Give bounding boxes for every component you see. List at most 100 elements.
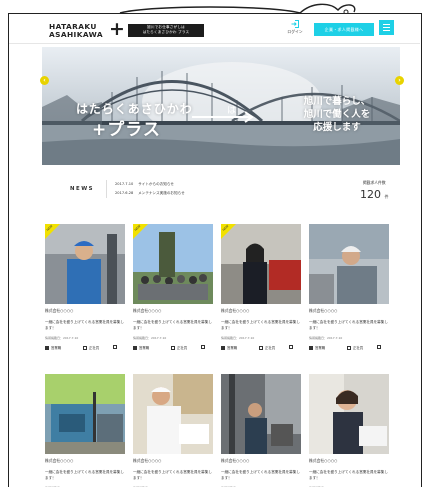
category-icon xyxy=(221,345,225,350)
job-company-name: 株式会社○○○○ xyxy=(45,458,74,463)
job-card-photo[interactable] xyxy=(309,224,389,304)
job-description: 一緒に会社を盛り上げてくれる営業社員を募集します！ xyxy=(221,320,300,330)
job-card-photo[interactable] xyxy=(45,374,125,454)
job-company-name: 株式会社○○○○ xyxy=(309,308,338,313)
job-card[interactable]: NEW 株式会社○○○○ 一緒に会社を盛り上げてくれる営業社員を募集します！ 情報掲載… xyxy=(221,224,301,351)
sketch-cloud-doodle xyxy=(119,3,356,14)
job-category-label: 営業職 xyxy=(139,346,150,350)
news-label: NEWS xyxy=(70,186,95,192)
news-title: サイトからのお知らせ xyxy=(138,182,175,186)
job-card[interactable]: NEW 株式会社○○○○ 一緒に会社を盛り上げてくれる営業社員を募集します！ 情報掲載… xyxy=(133,224,213,351)
job-card[interactable]: NEW 株式会社○○○○ 一緒に会社を盛り上げてくれる営業社員を募集します！ 情報掲載… xyxy=(45,224,125,351)
job-card-photo[interactable]: NEW xyxy=(133,224,213,304)
hero-slider[interactable]: はたらくあさひかわ +プラス は 旭川で暮らし、 旭川で働く人を 応援します xyxy=(42,47,400,165)
job-photo-image xyxy=(45,374,125,454)
job-category-tag[interactable]: 営業職 xyxy=(133,345,149,350)
hero-message-line-1: 旭川で暮らし、 xyxy=(303,96,371,107)
job-type-label: 正社員 xyxy=(177,346,188,350)
job-company-name: 株式会社○○○○ xyxy=(133,458,162,463)
hero-title-line-2: +プラス xyxy=(92,120,161,140)
employer-cta-button[interactable]: 企業・求人掲載様へ xyxy=(314,23,374,36)
hero-prev-button[interactable]: ‹ xyxy=(40,76,49,85)
logo-subtitle-box: 旭川でお仕事さがしは はたらくあさひかわ プラス xyxy=(128,24,204,37)
job-card[interactable]: 株式会社○○○○ 一緒に会社を盛り上げてくれる営業社員を募集します！ 情報掲載日：2… xyxy=(309,224,389,351)
job-category-tag[interactable]: 営業職 xyxy=(309,345,325,350)
job-card[interactable]: 株式会社○○○○一緒に会社を盛り上げてくれる営業社員を募集します！情報掲載日：2… xyxy=(309,374,389,487)
site-logo[interactable]: HATARAKU ASAHIKAWA xyxy=(49,22,103,40)
job-description: 一緒に会社を盛り上げてくれる営業社員を募集します！ xyxy=(45,470,124,480)
job-card-photo[interactable]: NEW xyxy=(221,224,301,304)
favorite-button[interactable] xyxy=(201,345,207,350)
job-count-number: 120 xyxy=(360,188,381,201)
login-label: ログイン xyxy=(287,29,303,34)
job-photo-image xyxy=(309,224,389,304)
job-photo-image xyxy=(221,374,301,454)
bookmark-icon xyxy=(113,345,117,349)
job-category-tag[interactable]: 営業職 xyxy=(45,345,61,350)
job-category-tag[interactable]: 営業職 xyxy=(221,345,237,350)
job-description: 一緒に会社を盛り上げてくれる営業社員を募集します！ xyxy=(309,470,388,480)
news-item[interactable]: 2017.6.28 メンテナンス実施のお知らせ xyxy=(115,189,185,198)
chevron-right-icon: › xyxy=(398,77,401,84)
logo-line-2: ASAHIKAWA xyxy=(49,30,103,40)
job-count-value: 120 件 xyxy=(360,188,389,201)
login-button[interactable]: ログイン xyxy=(286,20,304,35)
job-count: 掲載求人件数 120 件 xyxy=(360,180,389,201)
job-post-date: 情報掲載日：2017.7.10 xyxy=(221,336,255,340)
job-description: 一緒に会社を盛り上げてくれる営業社員を募集します！ xyxy=(309,320,388,330)
job-card-photo[interactable] xyxy=(133,374,213,454)
job-card-photo[interactable]: NEW xyxy=(45,224,125,304)
job-card[interactable]: 株式会社○○○○一緒に会社を盛り上げてくれる営業社員を募集します！情報掲載日：2… xyxy=(45,374,125,487)
job-post-date: 情報掲載日：2017.7.10 xyxy=(309,336,343,340)
job-count-unit: 件 xyxy=(384,194,389,199)
site-header: HATARAKU ASAHIKAWA + 旭川でお仕事さがしは はたらくあさひか… xyxy=(9,14,420,44)
favorite-button[interactable] xyxy=(377,345,383,350)
document-icon xyxy=(171,345,175,350)
job-card[interactable]: 株式会社○○○○一緒に会社を盛り上げてくれる営業社員を募集します！情報掲載日：2… xyxy=(133,374,213,487)
job-card[interactable]: 株式会社○○○○一緒に会社を盛り上げてくれる営業社員を募集します！情報掲載日：2… xyxy=(221,374,301,487)
menu-bar-icon xyxy=(383,24,390,25)
news-section: NEWS 2017.7.10 サイトからのお知らせ 2017.6.28 メンテナ… xyxy=(42,177,400,205)
job-type-label: 正社員 xyxy=(265,346,276,350)
job-photo-image xyxy=(309,374,389,454)
hero-next-button[interactable]: › xyxy=(395,76,404,85)
job-description: 一緒に会社を盛り上げてくれる営業社員を募集します！ xyxy=(221,470,300,480)
favorite-button[interactable] xyxy=(113,345,119,350)
logo-subtitle-line-2: はたらくあさひかわ プラス xyxy=(142,30,190,35)
job-type-tag[interactable]: 正社員 xyxy=(83,345,99,350)
job-card-photo[interactable] xyxy=(309,374,389,454)
bookmark-icon xyxy=(289,345,293,349)
job-category-label: 営業職 xyxy=(51,346,62,350)
logo-plus-mark: + xyxy=(109,18,125,40)
news-title: メンテナンス実施のお知らせ xyxy=(138,191,185,195)
hero-message-line-2: 旭川で働く人を xyxy=(303,109,371,120)
news-date: 2017.6.28 xyxy=(115,191,134,195)
job-type-tag[interactable]: 正社員 xyxy=(171,345,187,350)
browser-frame: HATARAKU ASAHIKAWA + 旭川でお仕事さがしは はたらくあさひか… xyxy=(8,13,422,487)
login-icon xyxy=(291,20,299,28)
job-type-tag[interactable]: 正社員 xyxy=(347,345,363,350)
job-card-actions: 営業職 正社員 xyxy=(221,345,301,351)
bookmark-icon xyxy=(201,345,205,349)
menu-bar-icon xyxy=(383,27,390,28)
news-item[interactable]: 2017.7.10 サイトからのお知らせ xyxy=(115,180,185,189)
document-icon xyxy=(83,345,87,350)
job-type-label: 正社員 xyxy=(89,346,100,350)
category-icon xyxy=(45,345,49,350)
job-type-tag[interactable]: 正社員 xyxy=(259,345,275,350)
job-photo-image xyxy=(133,374,213,454)
page: HATARAKU ASAHIKAWA + 旭川でお仕事さがしは はたらくあさひか… xyxy=(9,14,420,487)
job-card-actions: 営業職 正社員 xyxy=(309,345,389,351)
hamburger-menu-button[interactable] xyxy=(379,20,394,35)
document-icon xyxy=(259,345,263,350)
favorite-button[interactable] xyxy=(289,345,295,350)
category-icon xyxy=(133,345,137,350)
job-card-actions: 営業職 正社員 xyxy=(133,345,213,351)
job-company-name: 株式会社○○○○ xyxy=(221,308,250,313)
job-post-date: 情報掲載日：2017.7.10 xyxy=(45,336,79,340)
news-list: 2017.7.10 サイトからのお知らせ 2017.6.28 メンテナンス実施の… xyxy=(106,180,185,198)
job-card-photo[interactable] xyxy=(221,374,301,454)
document-icon xyxy=(347,345,351,350)
job-card-actions: 営業職 正社員 xyxy=(45,345,125,351)
job-post-date: 情報掲載日：2017.7.10 xyxy=(133,336,167,340)
